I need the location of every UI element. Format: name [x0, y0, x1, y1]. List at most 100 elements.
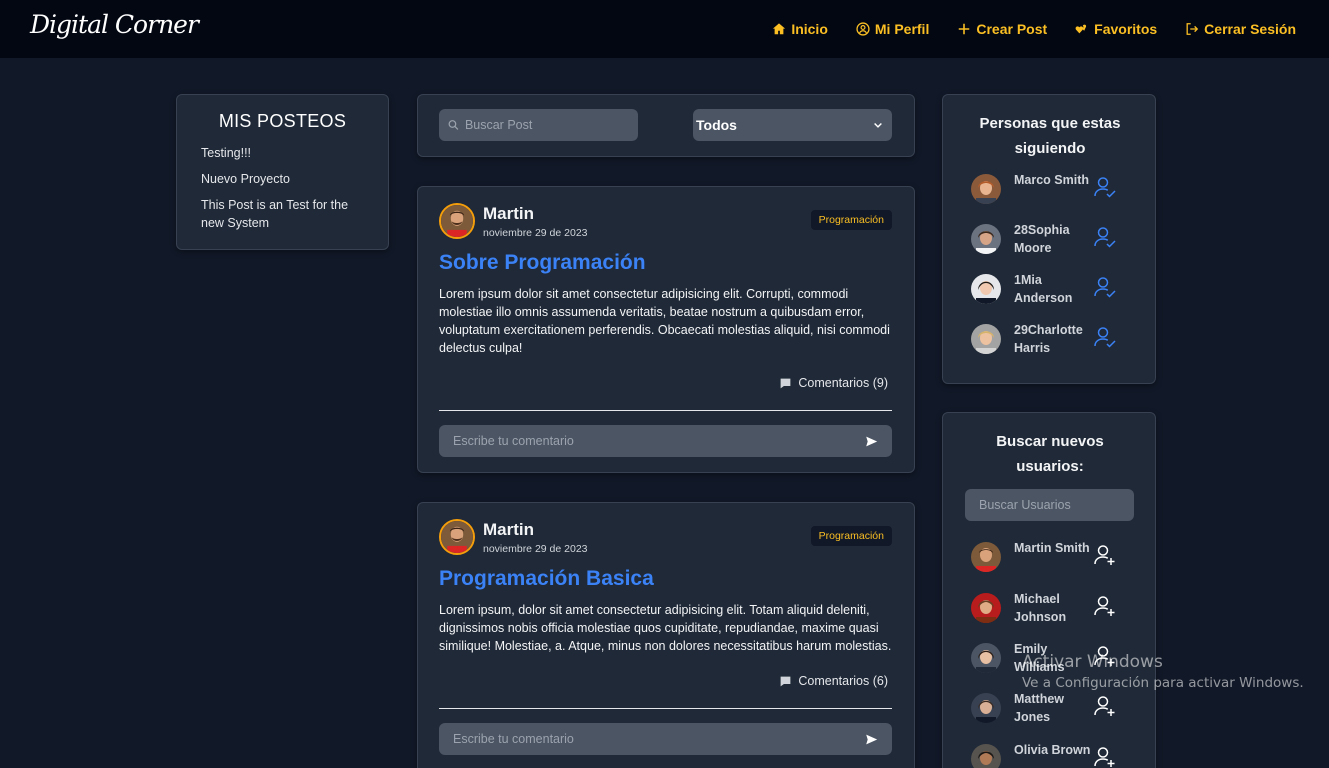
user-check-icon[interactable] — [1093, 275, 1117, 299]
category-badge: Programación — [810, 526, 892, 546]
user-add-icon[interactable] — [1093, 694, 1117, 718]
post-card: Martin noviembre 29 de 2023 Programación… — [417, 186, 915, 473]
following-user-row: Marco Smith — [971, 169, 1131, 209]
nav-create-post-link[interactable]: Crear Post — [957, 21, 1047, 37]
nav-create-post-label: Crear Post — [976, 21, 1048, 37]
avatar[interactable] — [971, 593, 1001, 623]
nav-profile-label: Mi Perfil — [874, 21, 930, 37]
post-title[interactable]: Sobre Programación — [439, 251, 646, 275]
nav-profile-link[interactable]: Mi Perfil — [856, 21, 929, 37]
my-posts-panel: MIS POSTEOS Testing!!! Nuevo Proyecto Th… — [176, 94, 389, 250]
avatar[interactable] — [971, 274, 1001, 304]
category-filter-select[interactable]: Todos — [693, 109, 892, 141]
nav-home-link[interactable]: Inicio — [772, 21, 828, 37]
windows-activation-watermark: Activar Windows Ve a Configuración para … — [1022, 652, 1304, 691]
comment-input-box[interactable] — [439, 723, 892, 755]
send-icon[interactable] — [865, 733, 878, 746]
post-date: noviembre 29 de 2023 — [483, 543, 588, 555]
avatar[interactable] — [971, 643, 1001, 673]
watermark-title: Activar Windows — [1022, 652, 1163, 672]
hearts-icon — [1075, 24, 1087, 34]
user-check-icon[interactable] — [1093, 175, 1117, 199]
post-card: Martin noviembre 29 de 2023 Programación… — [417, 502, 915, 768]
user-check-icon[interactable] — [1093, 225, 1117, 249]
comment-input[interactable] — [453, 732, 865, 746]
post-author[interactable]: Martin — [483, 520, 534, 540]
discover-title: Buscar nuevos usuarios: — [996, 433, 1104, 475]
following-user-row: 1Mia Anderson — [971, 269, 1131, 309]
chevron-down-icon — [874, 122, 882, 128]
nav-favorites-label: Favoritos — [1094, 21, 1158, 37]
logo[interactable]: Digital Corner — [30, 10, 199, 39]
comment-input[interactable] — [453, 434, 865, 448]
post-date: noviembre 29 de 2023 — [483, 227, 588, 239]
user-name[interactable]: 1Mia Anderson — [1014, 271, 1094, 307]
nav-links: Inicio Mi Perfil Crear Post Favoritos Ce… — [772, 0, 1296, 58]
my-post-item[interactable]: This Post is an Test for the new System — [201, 196, 364, 232]
comments-count: Comentarios (6) — [798, 674, 888, 688]
user-name[interactable]: 28Sophia Moore — [1014, 221, 1094, 257]
comments-link[interactable]: Comentarios (9) — [779, 376, 888, 390]
divider — [439, 410, 892, 411]
user-search-input[interactable] — [979, 498, 1134, 512]
avatar[interactable] — [971, 174, 1001, 204]
comments-count: Comentarios (9) — [798, 376, 888, 390]
my-posts-list: Testing!!! Nuevo Proyecto This Post is a… — [201, 144, 364, 232]
avatar[interactable] — [971, 693, 1001, 723]
following-user-row: 28Sophia Moore — [971, 219, 1131, 259]
nav-home-label: Inicio — [791, 21, 828, 37]
plus-icon — [959, 23, 970, 35]
suggested-user-row: Michael Johnson — [971, 588, 1131, 628]
search-icon — [448, 120, 459, 130]
user-check-icon[interactable] — [1093, 325, 1117, 349]
post-body: Lorem ipsum dolor sit amet consectetur a… — [439, 287, 890, 355]
category-filter-value: Todos — [696, 117, 737, 133]
avatar[interactable] — [971, 224, 1001, 254]
my-post-item[interactable]: Nuevo Proyecto — [201, 170, 364, 188]
user-name[interactable]: Michael Johnson — [1014, 590, 1094, 626]
home-icon — [773, 23, 786, 35]
avatar[interactable] — [439, 519, 475, 555]
comment-input-box[interactable] — [439, 425, 892, 457]
avatar[interactable] — [971, 744, 1001, 768]
user-search-box[interactable] — [965, 489, 1134, 521]
post-author[interactable]: Martin — [483, 204, 534, 224]
watermark-subtitle: Ve a Configuración para activar Windows. — [1022, 675, 1304, 691]
user-add-icon[interactable] — [1093, 745, 1117, 768]
user-name[interactable]: Marco Smith — [1014, 171, 1094, 189]
user-add-icon[interactable] — [1093, 543, 1117, 567]
category-badge: Programación — [810, 210, 892, 230]
post-search-bar: Todos — [417, 94, 915, 157]
following-panel: Personas que estas siguiendo Marco Smith… — [942, 94, 1156, 384]
user-name[interactable]: Martin Smith — [1014, 539, 1094, 557]
post-title[interactable]: Programación Basica — [439, 567, 654, 591]
post-search-box[interactable] — [439, 109, 638, 141]
following-user-row: 29Charlotte Harris — [971, 319, 1131, 359]
my-post-item[interactable]: Testing!!! — [201, 144, 364, 162]
divider — [439, 708, 892, 709]
user-name[interactable]: Olivia Brown — [1014, 741, 1094, 759]
suggested-user-row: Matthew Jones — [971, 688, 1131, 728]
comment-icon — [781, 378, 791, 388]
following-title: Personas que estas siguiendo — [979, 115, 1121, 157]
user-circle-icon — [856, 22, 870, 36]
navbar: Digital Corner Inicio Mi Perfil Crear Po… — [0, 0, 1329, 58]
send-icon[interactable] — [865, 435, 878, 448]
comment-icon — [781, 676, 791, 686]
nav-logout-label: Cerrar Sesión — [1204, 21, 1296, 37]
nav-favorites-link[interactable]: Favoritos — [1075, 21, 1157, 37]
user-name[interactable]: 29Charlotte Harris — [1014, 321, 1094, 357]
discover-users-panel: Buscar nuevos usuarios: Martin Smith Mic… — [942, 412, 1156, 768]
my-posts-title: MIS POSTEOS — [218, 111, 347, 131]
avatar[interactable] — [971, 542, 1001, 572]
avatar[interactable] — [439, 203, 475, 239]
avatar[interactable] — [971, 324, 1001, 354]
user-add-icon[interactable] — [1093, 594, 1117, 618]
nav-logout-link[interactable]: Cerrar Sesión — [1185, 21, 1296, 37]
comments-link[interactable]: Comentarios (6) — [779, 674, 888, 688]
suggested-user-row: Olivia Brown — [971, 739, 1131, 768]
user-name[interactable]: Matthew Jones — [1014, 690, 1094, 726]
logout-icon — [1186, 23, 1199, 35]
post-search-input[interactable] — [464, 118, 638, 132]
post-body: Lorem ipsum, dolor sit amet consectetur … — [439, 603, 892, 653]
